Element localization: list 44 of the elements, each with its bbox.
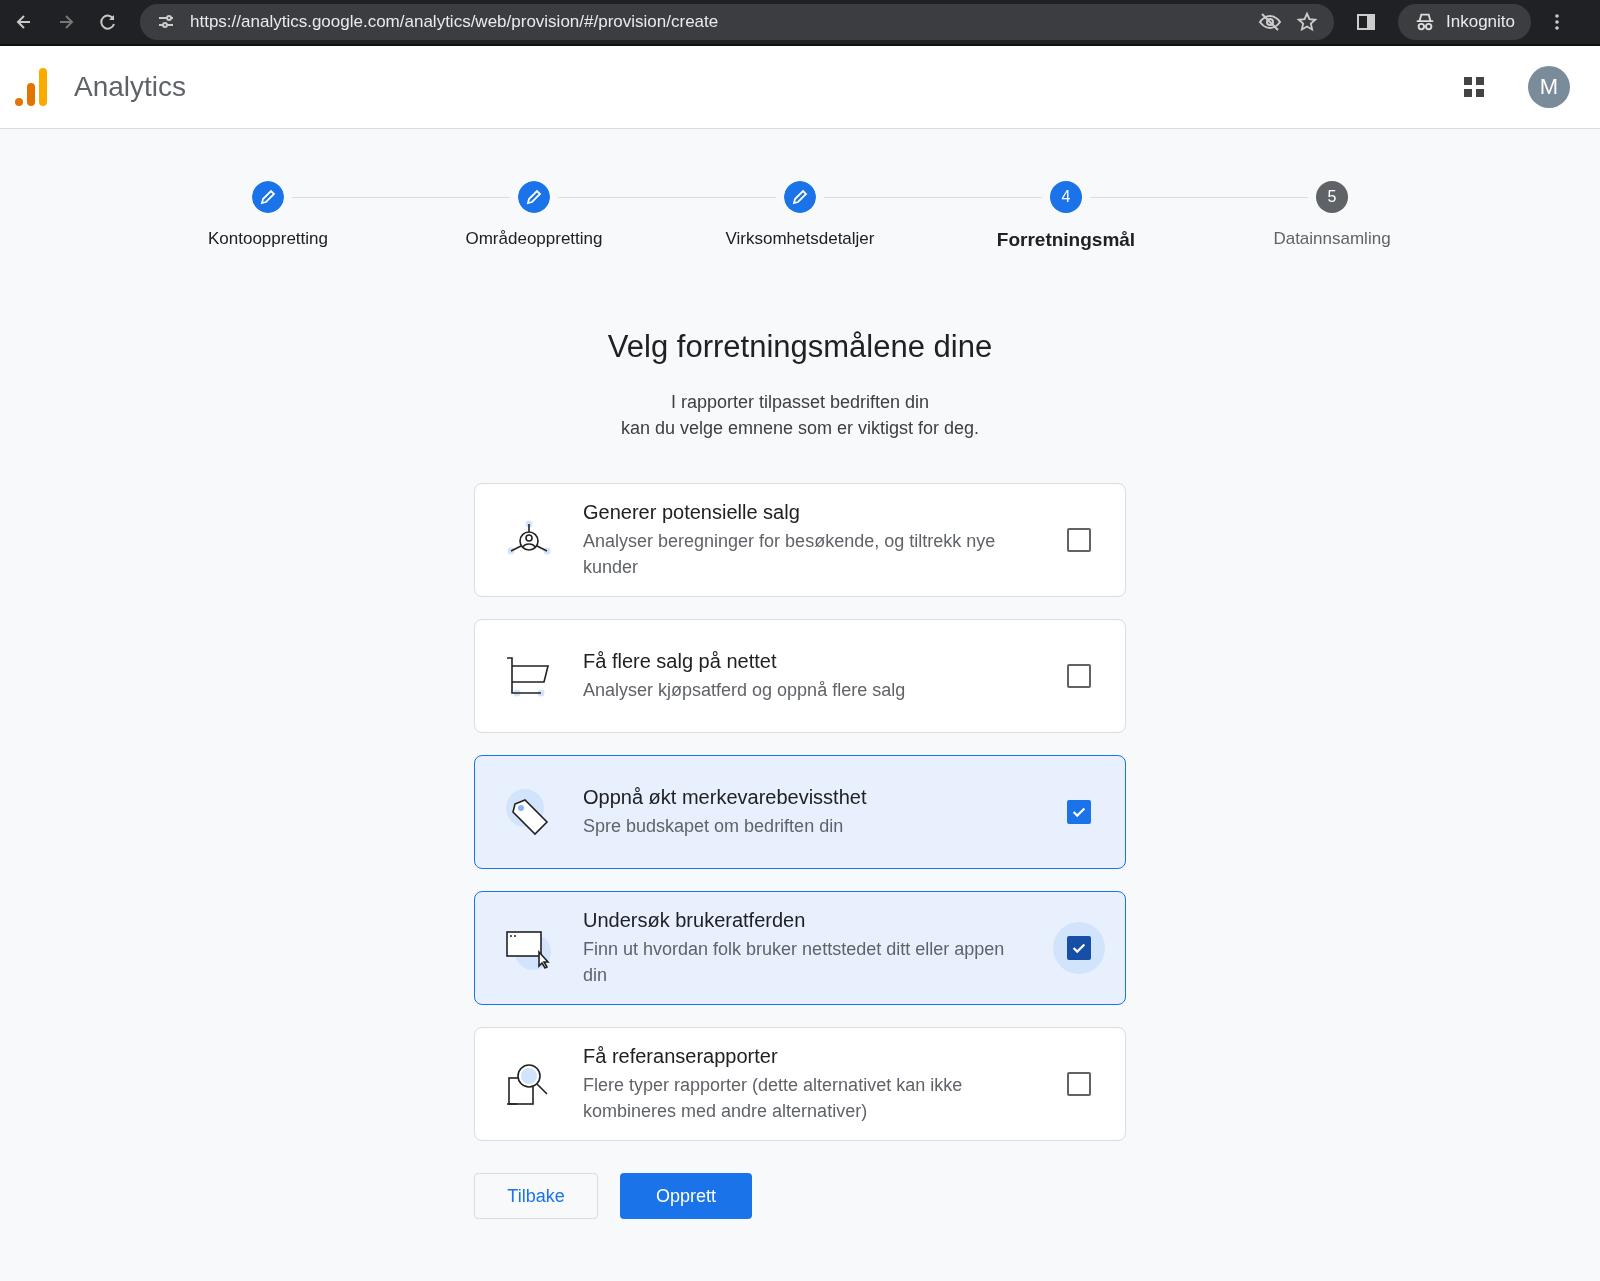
menu-icon[interactable] [1553, 12, 1561, 32]
option-title: Få referanserapporter [583, 1044, 779, 1068]
goal-option-card[interactable]: Undersøk brukeratferden Finn ut hvordan folk bruker nettstedet ditt eller appen din [474, 891, 1126, 1005]
step-label[interactable]: Forretningsmål [996, 229, 1136, 251]
step-label[interactable]: Virksomhetsdetaljer [725, 229, 875, 249]
option-description: Flere typer rapporter (dette alternativet kan ikke kombineres med andre alternativer) [583, 1073, 964, 1123]
step-label[interactable]: Kontooppretting [207, 229, 328, 249]
side-panel-icon[interactable] [1356, 12, 1376, 32]
checkbox[interactable] [1067, 800, 1091, 824]
option-description: Spre budskapet om bedriften din [583, 814, 845, 838]
product-name: Analytics [74, 71, 187, 103]
intro-text: kan du velge emnene som er viktigst for deg. [620, 417, 980, 440]
option-title: Få flere salg på nettet [583, 649, 778, 673]
option-description: Analyser kjøpsatferd og oppnå flere salg [583, 678, 907, 702]
star-icon[interactable] [1296, 11, 1318, 33]
back-button[interactable]: Tilbake [474, 1173, 598, 1219]
checkbox[interactable] [1067, 528, 1091, 552]
url-text: https://analytics.google.com/analytics/web/provision/#/provision/create [190, 12, 719, 32]
reload-icon[interactable] [98, 12, 118, 32]
step-number: 5 [1316, 181, 1348, 213]
option-title: Generer potensielle salg [583, 500, 801, 524]
create-button[interactable]: Opprett [620, 1173, 752, 1219]
option-title: Oppnå økt merkevarebevissthet [583, 785, 868, 809]
page-heading: Velg forretningsmålene dine [607, 329, 993, 365]
option-description: Analyser beregninger for besøkende, og tiltrekk nye kunder [583, 529, 997, 579]
incognito-icon [1414, 11, 1436, 33]
address-bar[interactable]: https://analytics.google.com/analytics/web/provision/#/provision/create [140, 4, 1334, 40]
step-number: 4 [1050, 181, 1082, 213]
goal-option-card[interactable]: Generer potensielle salg Analyser beregninger for besøkende, og tiltrekk nye kunder [474, 483, 1126, 597]
checkbox[interactable] [1067, 1072, 1091, 1096]
option-title: Undersøk brukeratferden [583, 908, 807, 932]
option-description: Finn ut hvordan folk bruker nettstedet ditt eller appen din [583, 937, 1006, 987]
checkbox[interactable] [1067, 936, 1091, 960]
apps-grid-icon[interactable] [1462, 75, 1486, 99]
avatar[interactable]: M [1528, 66, 1570, 108]
step-label[interactable]: Områdeoppretting [465, 229, 603, 249]
intro-text: I rapporter tilpasset bedriften din [670, 391, 930, 414]
incognito-badge[interactable]: Inkognito [1398, 4, 1531, 40]
goal-option-card[interactable]: Oppnå økt merkevarebevissthet Spre budskapet om bedriften din [474, 755, 1126, 869]
checkbox[interactable] [1067, 664, 1091, 688]
analytics-logo-icon [14, 67, 50, 107]
goal-option-card[interactable]: Få flere salg på nettet Analyser kjøpsatferd og oppnå flere salg [474, 619, 1126, 733]
goal-option-card[interactable]: Få referanserapporter Flere typer rapporter (dette alternativet kan ikke kombineres med andre alternativer) [474, 1027, 1126, 1141]
step-label[interactable]: Datainnsamling [1273, 229, 1391, 249]
